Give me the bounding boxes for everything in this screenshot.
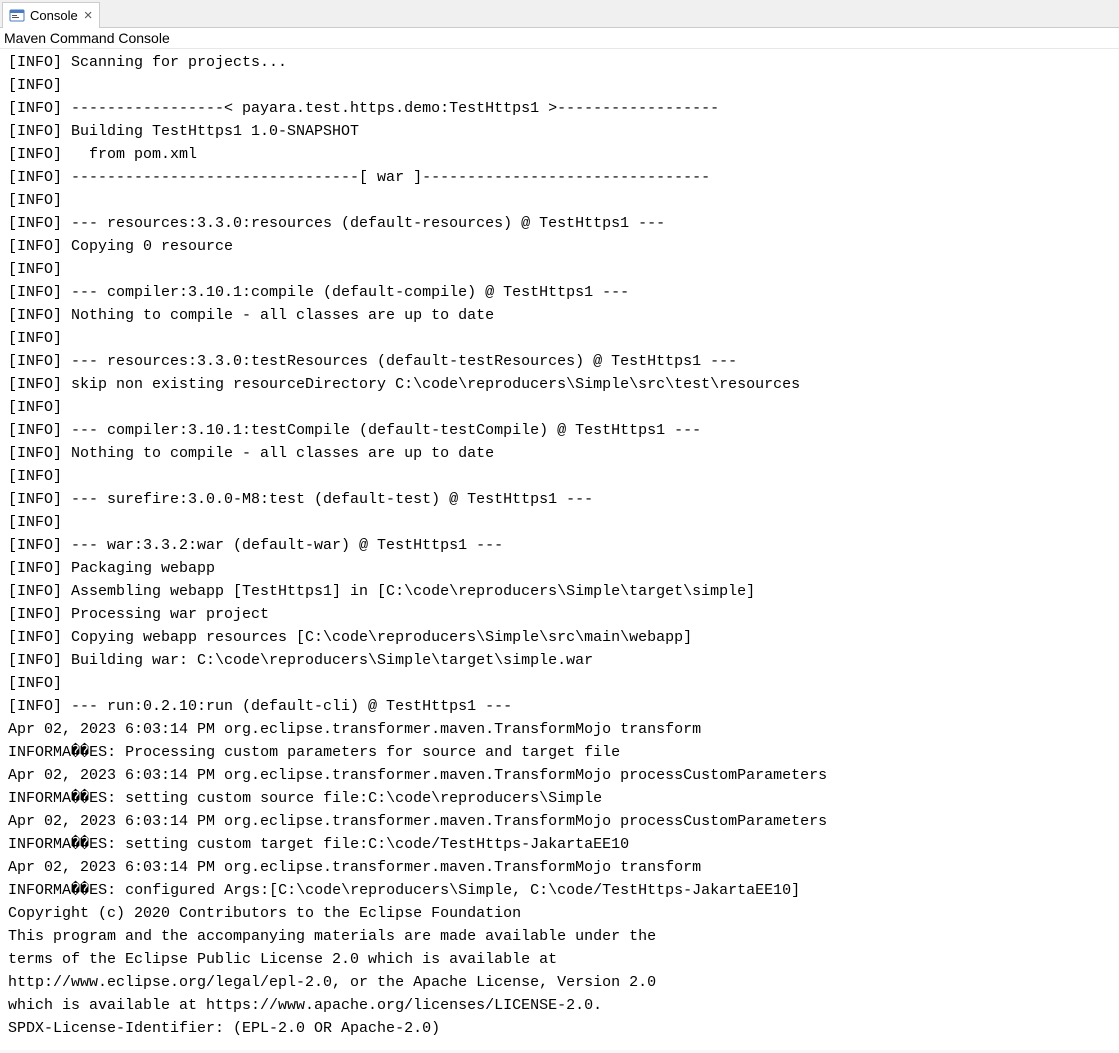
tab-label: Console bbox=[30, 8, 78, 23]
tab-console[interactable]: Console × bbox=[2, 2, 100, 28]
console-title: Maven Command Console bbox=[0, 28, 1119, 49]
console-icon bbox=[9, 8, 25, 24]
tab-bar: Console × bbox=[0, 0, 1119, 28]
console-output[interactable]: [INFO] Scanning for projects... [INFO] [… bbox=[0, 49, 1119, 1050]
close-icon[interactable]: × bbox=[83, 8, 94, 23]
